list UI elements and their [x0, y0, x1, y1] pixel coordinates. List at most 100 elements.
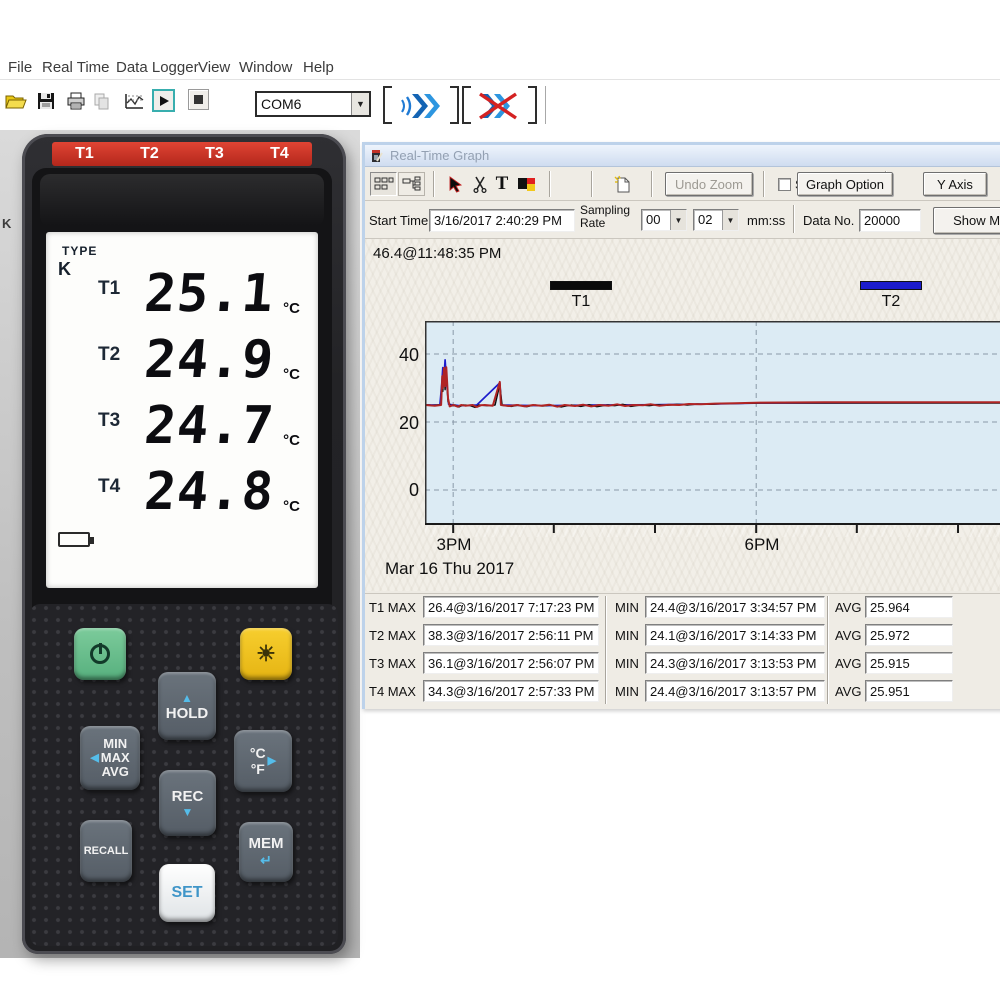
set-button: SET: [159, 864, 215, 922]
chart-panel: 46.4@11:48:35 PM T1 T2 40 20 0 3PM 6PM M…: [365, 239, 1000, 591]
t3-avg-field[interactable]: 25.915: [865, 652, 953, 674]
stop-recording-icon[interactable]: [188, 89, 209, 110]
t3-min-field[interactable]: 24.3@3/16/2017 3:13:53 PM: [645, 652, 825, 674]
t1-avg-field[interactable]: 25.964: [865, 596, 953, 618]
connect-icon[interactable]: [394, 90, 450, 122]
toolbar-separator: [651, 171, 653, 197]
sampling-ss-select[interactable]: 02 ▼: [693, 209, 739, 231]
start-recording-icon[interactable]: [152, 89, 175, 112]
color-tool-icon[interactable]: [515, 172, 537, 196]
avg-label: AVG: [102, 765, 129, 779]
t4-avg-field[interactable]: 25.951: [865, 680, 953, 702]
show-maxmin-button[interactable]: Show MAX/MIN: [933, 207, 1000, 234]
graph-setup-icon[interactable]: [122, 89, 146, 113]
dropdown-arrow-icon[interactable]: ▼: [670, 210, 686, 230]
toolbar-separator: [763, 171, 765, 197]
t1-min-field[interactable]: 24.4@3/16/2017 3:34:57 PM: [645, 596, 825, 618]
t2-min-field[interactable]: 24.1@3/16/2017 3:14:33 PM: [645, 624, 825, 646]
table-row-t3: T3 MAX 36.1@3/16/2017 2:56:07 PM MIN 24.…: [365, 652, 1000, 674]
left-arrow-icon: ◀: [90, 752, 98, 764]
start-time-label: Start Time: [369, 213, 428, 228]
layout-grid-icon[interactable]: [370, 172, 397, 196]
mem-label: MEM: [249, 835, 284, 852]
legend-t1-swatch[interactable]: [550, 281, 612, 290]
t1-min-value: 24.4@3/16/2017 3:34:57 PM: [650, 600, 816, 615]
undo-zoom-label: Undo Zoom: [675, 177, 743, 192]
t1-max-field[interactable]: 26.4@3/16/2017 7:17:23 PM: [423, 596, 599, 618]
set-label: SET: [171, 884, 202, 902]
menu-real-time[interactable]: Real Time: [42, 59, 110, 76]
lcd-display: TYPE K T1 25.1 °C T2 24.9 °C T3 24.7 °C …: [46, 232, 318, 588]
t2-max-label: T2 MAX: [369, 628, 416, 643]
window-title-bar[interactable]: Real-Time Graph: [365, 145, 1000, 167]
scissors-tool-icon[interactable]: [469, 172, 491, 196]
show-maxmin-label: Show MAX/MIN: [953, 213, 1000, 228]
y-tick-20: 20: [377, 413, 419, 434]
print-icon[interactable]: [64, 89, 88, 113]
lcd-t3-value: 24.7: [82, 400, 277, 452]
data-no-value: 20000: [864, 213, 900, 228]
y-axis-button[interactable]: Y Axis: [923, 172, 987, 196]
text-tool-icon[interactable]: T: [491, 172, 513, 196]
t3-min-value: 24.3@3/16/2017 3:13:53 PM: [650, 656, 816, 671]
x-tick-6pm: 6PM: [732, 535, 792, 555]
menu-window[interactable]: Window: [239, 59, 292, 76]
legend-t2-swatch[interactable]: [860, 281, 922, 290]
device-photo: K T1 T2 T3 T4 TYPE K T1 25.1 °C T2 24.9 …: [0, 130, 360, 958]
y-axis-label: Y Axis: [937, 177, 973, 192]
toolbar-separator: [433, 171, 435, 197]
layout-tree-icon[interactable]: [398, 172, 425, 196]
app-screen: File Real Time Data Logger View Window H…: [0, 0, 1000, 1000]
t1-min-label: MIN: [615, 600, 639, 615]
real-time-graph-window: Real-Time Graph T: [362, 142, 1000, 709]
menu-data-logger[interactable]: Data Logger: [116, 59, 199, 76]
t2-max-field[interactable]: 38.3@3/16/2017 2:56:11 PM: [423, 624, 599, 646]
undo-zoom-button[interactable]: Undo Zoom: [665, 172, 753, 196]
start-time-field[interactable]: 3/16/2017 2:40:29 PM: [429, 209, 575, 232]
save-icon[interactable]: [34, 89, 58, 113]
table-row-t4: T4 MAX 34.3@3/16/2017 2:57:33 PM MIN 24.…: [365, 680, 1000, 702]
menu-file[interactable]: File: [8, 59, 32, 76]
pointer-tool-icon[interactable]: [445, 172, 467, 196]
sampling-mm-select[interactable]: 00 ▼: [641, 209, 687, 231]
data-no-field[interactable]: 20000: [859, 209, 921, 232]
new-page-icon[interactable]: [611, 172, 633, 196]
date-label: Mar 16 Thu 2017: [385, 559, 514, 579]
stats-table: T1 MAX 26.4@3/16/2017 7:17:23 PM MIN 24.…: [365, 593, 1000, 709]
t4-avg-value: 25.951: [870, 684, 910, 699]
legend-t2-label: T2: [860, 293, 922, 311]
t3-max-field[interactable]: 36.1@3/16/2017 2:56:07 PM: [423, 652, 599, 674]
copy-icon[interactable]: [90, 89, 114, 113]
graph-option-button[interactable]: Graph Option: [797, 172, 893, 196]
split-checkbox[interactable]: [777, 172, 791, 196]
t3-max-label: T3 MAX: [369, 656, 416, 671]
start-time-value: 3/16/2017 2:40:29 PM: [434, 213, 562, 228]
menu-view[interactable]: View: [198, 59, 230, 76]
open-file-icon[interactable]: [4, 89, 28, 113]
lcd-t2-unit: °C: [283, 366, 300, 383]
lcd-t4-unit: °C: [283, 498, 300, 515]
plot-area[interactable]: [425, 321, 1000, 537]
disconnect-icon[interactable]: [470, 90, 526, 122]
channel-t1-label: T1: [75, 145, 94, 163]
t4-min-field[interactable]: 24.4@3/16/2017 3:13:57 PM: [645, 680, 825, 702]
dropdown-arrow-icon[interactable]: ▼: [722, 210, 738, 230]
min-label: MIN: [103, 737, 127, 751]
lcd-t4-value: 24.8: [82, 466, 277, 518]
down-arrow-icon: ▼: [182, 805, 194, 819]
mem-button: MEM ↵: [239, 822, 293, 882]
table-row-t2: T2 MAX 38.3@3/16/2017 2:56:11 PM MIN 24.…: [365, 624, 1000, 646]
dropdown-arrow-icon[interactable]: ▼: [351, 93, 369, 115]
group2-bracket-right: [528, 86, 537, 124]
t4-max-field[interactable]: 34.3@3/16/2017 2:57:33 PM: [423, 680, 599, 702]
com-port-select[interactable]: COM6 ▼: [255, 91, 371, 117]
t2-avg-field[interactable]: 25.972: [865, 624, 953, 646]
t1-max-label: T1 MAX: [369, 600, 416, 615]
celsius-label: °C: [250, 745, 266, 761]
y-tick-0: 0: [377, 480, 419, 501]
lcd-type-value: K: [58, 259, 71, 280]
menu-help[interactable]: Help: [303, 59, 334, 76]
toolbar-separator: [545, 86, 546, 124]
window-icon: [369, 149, 383, 163]
t2-avg-label: AVG: [835, 628, 862, 643]
